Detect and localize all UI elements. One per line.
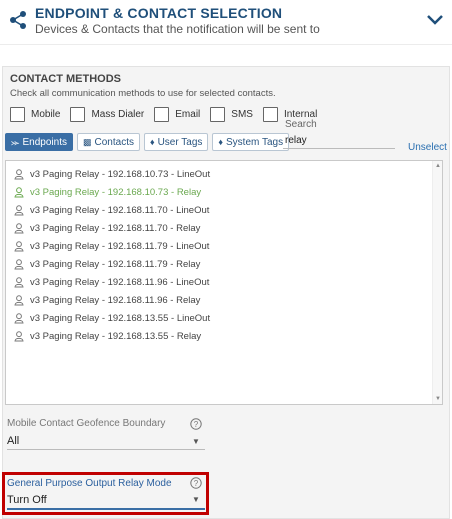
mass-dialer-checkbox[interactable] (70, 106, 86, 122)
selection-tabs: ⪼ Endpoints ▩ Contacts ♦ User Tags ♦ Sys… (5, 133, 293, 151)
list-item[interactable]: v3 Paging Relay - 192.168.11.70 - LineOu… (14, 202, 209, 219)
list-item-label: v3 Paging Relay - 192.168.11.79 - LineOu… (30, 241, 210, 252)
list-item[interactable]: v3 Paging Relay - 192.168.13.55 - Relay (14, 328, 201, 345)
method-label: Mobile (31, 108, 61, 120)
tab-label: Endpoints (22, 136, 67, 148)
list-item[interactable]: v3 Paging Relay - 192.168.11.96 - LineOu… (14, 274, 209, 291)
user-icon (14, 295, 24, 306)
list-scrollbar[interactable]: ▲ ▼ (432, 161, 442, 404)
share-nodes-icon (10, 11, 26, 29)
list-item[interactable]: v3 Paging Relay - 192.168.11.79 - LineOu… (14, 238, 209, 255)
user-icon (14, 223, 24, 234)
section-subtitle: Devices & Contacts that the notification… (35, 22, 320, 36)
user-icon (14, 259, 24, 270)
contact-methods-title: CONTACT METHODS (10, 73, 122, 85)
user-icon (14, 169, 24, 180)
method-label: Mass Dialer (91, 108, 145, 120)
list-item[interactable]: v3 Paging Relay - 192.168.10.73 - Relay (14, 184, 201, 201)
help-circle-icon[interactable]: ? (190, 418, 202, 430)
list-item[interactable]: v3 Paging Relay - 192.168.10.73 - LineOu… (14, 166, 210, 183)
user-icon (14, 277, 24, 288)
tab-contacts[interactable]: ▩ Contacts (77, 133, 140, 151)
list-item-label: v3 Paging Relay - 192.168.10.73 - LineOu… (30, 169, 211, 180)
tab-label: System Tags (226, 136, 284, 148)
contact-methods-subtitle: Check all communication methods to use f… (10, 88, 276, 99)
list-item[interactable]: v3 Paging Relay - 192.168.11.79 - Relay (14, 256, 200, 273)
user-icon (14, 187, 24, 198)
list-item[interactable]: v3 Paging Relay - 192.168.13.55 - LineOu… (14, 310, 210, 327)
help-circle-icon[interactable]: ? (190, 477, 202, 489)
geofence-label: Mobile Contact Geofence Boundary (7, 418, 166, 429)
tag-icon: ♦ (218, 137, 224, 147)
method-label: SMS (231, 108, 253, 120)
method-sms[interactable]: SMS (210, 106, 253, 122)
tab-endpoints[interactable]: ⪼ Endpoints (5, 133, 73, 151)
tab-system-tags[interactable]: ♦ System Tags (212, 133, 290, 151)
sms-checkbox[interactable] (210, 106, 226, 122)
relay-mode-underline (7, 508, 205, 510)
endpoint-list-items: v3 Paging Relay - 192.168.10.73 - LineOu… (6, 161, 434, 404)
user-icon (14, 313, 24, 324)
list-item[interactable]: v3 Paging Relay - 192.168.11.70 - Relay (14, 220, 200, 237)
user-icon (14, 205, 24, 216)
method-mobile[interactable]: Mobile (10, 106, 61, 122)
endpoint-list[interactable]: v3 Paging Relay - 192.168.10.73 - LineOu… (5, 160, 443, 405)
tab-user-tags[interactable]: ♦ User Tags (143, 133, 209, 151)
tag-icon: ♦ (149, 137, 155, 147)
geofence-underline (7, 449, 205, 450)
list-item-label: v3 Paging Relay - 192.168.11.70 - LineOu… (30, 205, 210, 216)
unselect-link[interactable]: Unselect (408, 142, 447, 153)
chevron-down-icon[interactable] (426, 13, 444, 27)
geofence-select[interactable]: All (7, 435, 19, 447)
svg-text:?: ? (194, 479, 199, 488)
section-header[interactable]: ENDPOINT & CONTACT SELECTION Devices & C… (0, 0, 452, 45)
user-icon (14, 241, 24, 252)
dropdown-caret-icon[interactable]: ▼ (192, 495, 200, 504)
section-title: ENDPOINT & CONTACT SELECTION (35, 5, 283, 21)
relay-mode-select[interactable]: Turn Off (7, 494, 47, 506)
id-card-icon: ▩ (83, 136, 92, 147)
method-label: Email (175, 108, 201, 120)
method-mass-dialer[interactable]: Mass Dialer (70, 106, 145, 122)
method-email[interactable]: Email (154, 106, 201, 122)
tab-label: Contacts (94, 136, 134, 148)
share-icon: ⪼ (11, 136, 20, 147)
internal-checkbox[interactable] (262, 106, 278, 122)
user-icon (14, 331, 24, 342)
email-checkbox[interactable] (154, 106, 170, 122)
contact-methods-options: Mobile Mass Dialer Email SMS Internal (10, 105, 327, 123)
list-item-label: v3 Paging Relay - 192.168.11.96 - Relay (30, 295, 201, 306)
list-item-label: v3 Paging Relay - 192.168.10.73 - Relay (30, 187, 202, 198)
list-item[interactable]: v3 Paging Relay - 192.168.11.96 - Relay (14, 292, 200, 309)
tab-label: User Tags (157, 136, 203, 148)
relay-mode-label: General Purpose Output Relay Mode (7, 478, 172, 489)
list-item-label: v3 Paging Relay - 192.168.13.55 - Relay (30, 331, 202, 342)
svg-text:?: ? (194, 420, 199, 429)
mobile-checkbox[interactable] (10, 106, 25, 122)
list-item-label: v3 Paging Relay - 192.168.11.79 - Relay (30, 259, 201, 270)
search-input[interactable] (283, 133, 395, 149)
list-item-label: v3 Paging Relay - 192.168.11.70 - Relay (30, 223, 201, 234)
method-label: Internal (283, 108, 318, 120)
scroll-down-icon[interactable]: ▼ (435, 396, 441, 402)
search-label: Search (285, 119, 317, 130)
list-item-label: v3 Paging Relay - 192.168.13.55 - LineOu… (30, 313, 211, 324)
dropdown-caret-icon[interactable]: ▼ (192, 437, 200, 446)
list-item-label: v3 Paging Relay - 192.168.11.96 - LineOu… (30, 277, 210, 288)
scroll-up-icon[interactable]: ▲ (435, 163, 441, 169)
